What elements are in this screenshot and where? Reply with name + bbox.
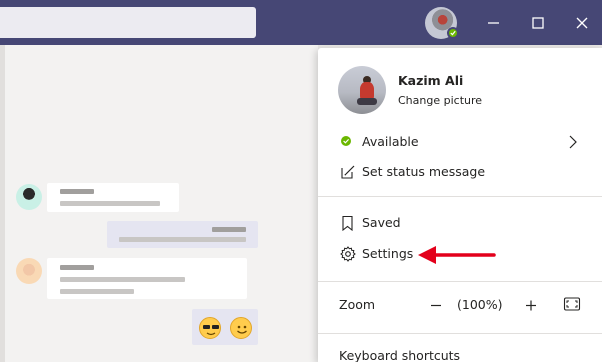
title-bar <box>0 0 602 45</box>
annotation-arrow-icon <box>418 246 496 264</box>
set-status-message-item[interactable]: Set status message <box>318 157 602 187</box>
minus-icon[interactable] <box>428 297 444 313</box>
avatar <box>16 258 42 284</box>
avatar <box>16 184 42 210</box>
profile-name: Kazim Ali <box>398 73 464 88</box>
profile-picture[interactable] <box>338 66 386 114</box>
search-box[interactable] <box>0 7 256 38</box>
bookmark-icon <box>340 215 356 232</box>
presence-available-icon <box>447 27 459 39</box>
check-circle-icon <box>340 134 356 150</box>
menu-divider <box>318 281 602 282</box>
menu-divider <box>318 333 602 334</box>
settings-label: Settings <box>362 246 414 261</box>
status-menu-item[interactable]: Available <box>318 127 602 157</box>
edit-status-icon <box>340 164 356 180</box>
profile-menu: Kazim Ali Change picture Available Set s… <box>318 48 602 362</box>
keyboard-shortcuts-item[interactable]: Keyboard shortcuts <box>339 348 460 362</box>
sunglasses-emoji-icon <box>199 317 221 339</box>
zoom-value: (100%) <box>457 297 503 312</box>
chat-message-bubble <box>47 258 247 299</box>
close-icon[interactable] <box>567 8 597 38</box>
set-status-label: Set status message <box>362 164 486 179</box>
chevron-right-icon <box>566 133 580 151</box>
chat-message-bubble <box>47 183 179 212</box>
smile-emoji-icon <box>230 317 252 339</box>
saved-menu-item[interactable]: Saved <box>318 208 602 238</box>
plus-icon[interactable] <box>523 297 539 313</box>
gear-icon <box>340 246 356 262</box>
menu-divider <box>318 196 602 197</box>
minimize-icon[interactable] <box>479 8 509 38</box>
zoom-label: Zoom <box>339 297 376 312</box>
change-picture-link[interactable]: Change picture <box>398 94 482 107</box>
fullscreen-icon[interactable] <box>563 296 581 312</box>
saved-label: Saved <box>362 215 401 230</box>
chat-message-bubble <box>107 221 258 248</box>
status-label: Available <box>362 134 419 149</box>
maximize-icon[interactable] <box>523 8 553 38</box>
